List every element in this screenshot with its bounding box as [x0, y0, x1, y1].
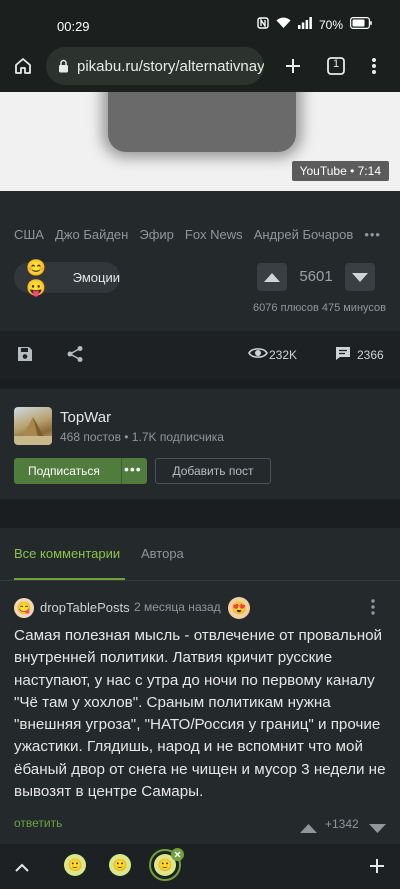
- lock-icon: [58, 59, 69, 73]
- tab-author[interactable]: Автора: [141, 546, 184, 561]
- votes-summary: 6076 плюсов 475 минусов: [253, 302, 386, 314]
- video-duration-badge: YouTube • 7:14: [291, 161, 389, 181]
- button-separator: [121, 458, 122, 484]
- comment-upvote-button[interactable]: [300, 820, 317, 838]
- emotions-button[interactable]: 😊😛 Эмоции: [14, 260, 120, 297]
- emoji-chip[interactable]: 🙂: [64, 854, 86, 876]
- subscribe-label: Подписаться: [28, 464, 100, 478]
- status-bar: 00:29 70%: [0, 0, 400, 46]
- status-icons: 70%: [257, 17, 372, 32]
- wifi-icon: [276, 17, 291, 32]
- comment-rating: +1342: [325, 817, 359, 831]
- signal-icon: [297, 17, 312, 32]
- nfc-icon: [257, 17, 269, 32]
- post-footer: США Джо Байден Эфир Fox News Андрей Боча…: [0, 191, 400, 331]
- comment-author[interactable]: dropTablePosts: [40, 600, 130, 615]
- comments-count: 2366: [357, 348, 384, 362]
- video-frame: [108, 92, 296, 152]
- tag[interactable]: Эфир: [139, 227, 174, 242]
- eye-icon: [248, 346, 268, 365]
- status-time: 00:29: [57, 19, 90, 34]
- plus-icon[interactable]: [369, 858, 385, 879]
- community-avatar[interactable]: [14, 407, 52, 445]
- save-icon[interactable]: [16, 345, 34, 368]
- tag[interactable]: Fox News: [185, 227, 243, 242]
- browser-toolbar: pikabu.ru/story/alternativnaya 1: [0, 46, 400, 92]
- comment-text: Самая полезная мысль - отвлечение от про…: [14, 627, 386, 801]
- chevron-up-icon[interactable]: [15, 859, 29, 877]
- community-card: TopWar 468 постов • 1.7K подписчика Подп…: [0, 389, 400, 499]
- community-meta: 468 постов • 1.7K подписчика: [60, 430, 224, 444]
- address-bar[interactable]: pikabu.ru/story/alternativnaya: [46, 47, 264, 85]
- downvote-button[interactable]: [345, 263, 375, 291]
- close-icon[interactable]: [171, 848, 184, 861]
- comment-date: 2 месяца назад: [134, 600, 221, 614]
- tab-count: 1: [333, 58, 340, 70]
- new-tab-button[interactable]: [279, 52, 307, 80]
- home-icon[interactable]: [9, 52, 37, 80]
- kebab-icon[interactable]: [360, 52, 388, 80]
- address-url: pikabu.ru/story/alternativnaya: [77, 57, 264, 75]
- divider: [0, 580, 400, 581]
- comment-avatar[interactable]: 😋: [14, 598, 34, 618]
- comments-section: Все комментарии Автора 😋 dropTablePosts …: [0, 528, 400, 844]
- share-icon[interactable]: [66, 345, 84, 368]
- bottom-bar: 🙂 🙂 🙂: [0, 844, 400, 889]
- upvote-button[interactable]: [257, 263, 287, 291]
- battery-percent: 70%: [318, 17, 343, 32]
- tag[interactable]: Андрей Бочаров: [254, 227, 354, 242]
- comment-menu-icon[interactable]: [370, 598, 380, 618]
- community-name[interactable]: TopWar: [60, 409, 111, 426]
- video-player[interactable]: YouTube • 7:14: [0, 92, 400, 191]
- tab-all-comments[interactable]: Все комментарии: [14, 546, 120, 561]
- comment-icon[interactable]: [335, 346, 351, 366]
- subscribe-more-button[interactable]: •••: [124, 461, 142, 477]
- post-rating: 5601: [299, 268, 333, 285]
- tab-switcher-button[interactable]: 1: [322, 52, 350, 80]
- add-post-button[interactable]: Добавить пост: [155, 458, 271, 484]
- subscribe-button[interactable]: Подписаться •••: [14, 458, 147, 484]
- comment-reaction-icon: 😍: [228, 597, 250, 619]
- post-actions-bar: 232K 2366: [0, 331, 400, 379]
- comment-downvote-button[interactable]: [369, 820, 386, 838]
- tag[interactable]: Джо Байден: [55, 227, 128, 242]
- tag-list: США Джо Байден Эфир Fox News Андрей Боча…: [14, 227, 381, 242]
- reply-button[interactable]: ответить: [14, 816, 62, 830]
- emotion-faces-icon: 😊😛: [26, 259, 46, 297]
- emoji-chip[interactable]: 🙂: [109, 854, 131, 876]
- tags-more-button[interactable]: •••: [364, 227, 381, 242]
- emotions-label: Эмоции: [72, 270, 120, 285]
- battery-icon: [350, 17, 372, 32]
- tag[interactable]: США: [14, 227, 44, 242]
- views-count: 232K: [269, 348, 298, 362]
